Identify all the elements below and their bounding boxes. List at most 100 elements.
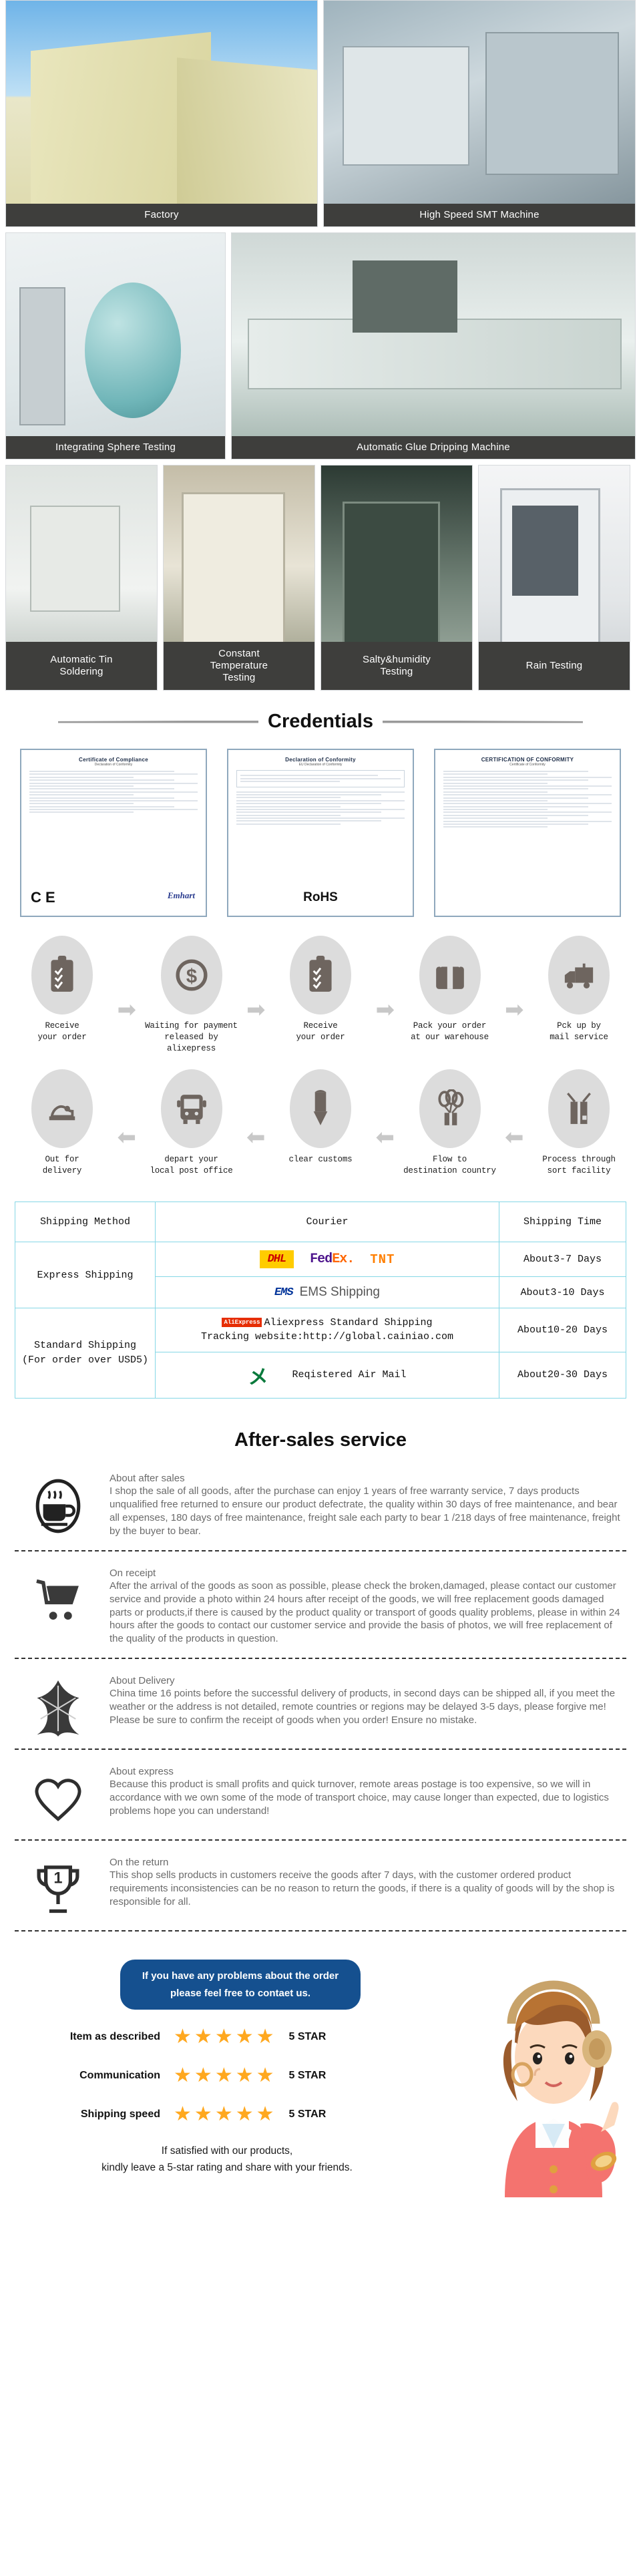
gallery-item-factory[interactable]: Factory xyxy=(5,0,318,227)
gallery-item-tin-soldering[interactable]: Automatic Tin Soldering xyxy=(5,465,158,691)
certificate-compliance[interactable]: Certificate of Compliance Declaration of… xyxy=(20,749,207,917)
star-icon[interactable]: ★ xyxy=(215,2027,233,2047)
certificate-body xyxy=(236,791,405,825)
standard-line-2: (For order over USD5) xyxy=(21,1354,149,1366)
gallery-item-glue-machine[interactable]: Automatic Glue Dripping Machine xyxy=(231,232,636,459)
customs-stamp-icon xyxy=(290,1069,351,1148)
heading-rule-left xyxy=(58,720,259,723)
tnt-logo: TNT xyxy=(370,1252,395,1267)
after-sales-block-about-delivery: About Delivery China time 16 points befo… xyxy=(0,1664,641,1743)
gallery-item-salty-humidity[interactable]: Salty&humidity Testing xyxy=(320,465,473,691)
star-icon[interactable]: ★ xyxy=(215,2104,233,2125)
star-icon[interactable]: ★ xyxy=(174,2104,192,2125)
divider xyxy=(15,1930,626,1932)
certificate-declaration[interactable]: Declaration of Conformity EU Declaration… xyxy=(227,749,414,917)
cta-line-2: please feel free to contaet us. xyxy=(170,1987,311,1999)
shoe-delivery-icon xyxy=(31,1069,93,1148)
rating-value: 5 STAR xyxy=(288,2108,327,2121)
certificate-title: CERTIFICATION OF CONFORMITY xyxy=(481,757,574,763)
step-label: Flow to destination country xyxy=(403,1154,496,1175)
table-row: Express Shipping DHL Fed Ex. TNT About3-7… xyxy=(15,1242,626,1309)
gallery-item-integrating-sphere[interactable]: Integrating Sphere Testing xyxy=(5,232,226,459)
courier-cell-aliexpress: AliExpress Aliexpress Standard Shipping T… xyxy=(155,1308,499,1352)
gallery-item-constant-temperature[interactable]: Constant Temperature Testing xyxy=(163,465,315,691)
block-title: About after sales xyxy=(110,1472,185,1484)
tracking-website[interactable]: Tracking website:http://global.cainiao.c… xyxy=(160,1330,495,1344)
certificate-subtitle: Certificate of Conformity xyxy=(509,763,546,767)
section-title: Credentials xyxy=(268,711,373,732)
step-label: Pack your order at our warehouse xyxy=(411,1021,489,1042)
process-step-receive-order: Receive your order xyxy=(12,936,112,1043)
star-icon[interactable]: ★ xyxy=(236,2104,254,2125)
order-process-flow: Receive your order ➡ $ Waiting for paymen… xyxy=(0,933,641,1195)
caption-line: Testing xyxy=(380,666,413,677)
star-icon[interactable]: ★ xyxy=(256,2066,274,2086)
star-icon[interactable]: ★ xyxy=(174,2066,192,2086)
process-step-flow-destination: Flow to destination country xyxy=(400,1069,500,1177)
after-sales-body: About Delivery China time 16 points befo… xyxy=(110,1674,622,1727)
rating-list: Item as described ★ ★ ★ ★ ★ 5 STAR Commu… xyxy=(67,2027,414,2125)
flow-arrow-left-icon: ⬅ xyxy=(246,1125,266,1150)
shipping-time-value: About3-10 Days xyxy=(499,1276,626,1309)
divider xyxy=(15,1839,626,1841)
star-icon[interactable]: ★ xyxy=(194,2104,212,2125)
star-rating[interactable]: ★ ★ ★ ★ ★ xyxy=(174,2066,274,2086)
process-step-pack-order: Pack your order at our warehouse xyxy=(400,936,500,1043)
ce-mark: C E xyxy=(31,889,55,906)
star-icon[interactable]: ★ xyxy=(236,2027,254,2047)
bus-icon xyxy=(160,1069,222,1148)
caption-line: Temperature xyxy=(210,660,268,672)
star-icon[interactable]: ★ xyxy=(174,2027,192,2047)
after-sales-block-on-the-return: 1 On the return This shop sells products… xyxy=(0,1846,641,1925)
china-post-icon: メ xyxy=(248,1366,268,1389)
shopping-cart-icon xyxy=(19,1566,97,1629)
credentials-heading: Credentials xyxy=(0,696,641,742)
block-text: After the arrival of the goods as soon a… xyxy=(110,1580,620,1645)
coffee-cup-icon xyxy=(19,1471,97,1534)
factory-photo xyxy=(6,1,317,226)
star-rating[interactable]: ★ ★ ★ ★ ★ xyxy=(174,2027,274,2047)
block-text: Because this product is small profits an… xyxy=(110,1779,609,1817)
certificate-subtitle: Declaration of Conformity xyxy=(94,763,133,767)
certificate-subtitle: EU Declaration of Conformity xyxy=(298,763,343,767)
trophy-icon: 1 xyxy=(19,1855,97,1918)
star-icon[interactable]: ★ xyxy=(215,2066,233,2086)
integrating-sphere-photo xyxy=(6,233,225,459)
clipboard-check-icon xyxy=(290,936,351,1015)
process-step-receive-order-2: Receive your order xyxy=(270,936,371,1043)
caption-line: Constant xyxy=(218,648,260,660)
after-sales-body: On receipt After the arrival of the good… xyxy=(110,1566,622,1646)
col-shipping-time: Shipping Time xyxy=(499,1202,626,1243)
gallery-caption: High Speed SMT Machine xyxy=(324,204,635,226)
certificates-row: Certificate of Compliance Declaration of… xyxy=(0,742,641,933)
step-label: Process through sort facility xyxy=(542,1154,616,1175)
star-rating[interactable]: ★ ★ ★ ★ ★ xyxy=(174,2104,274,2125)
certificate-conformity[interactable]: CERTIFICATION OF CONFORMITY Certificate … xyxy=(434,749,621,917)
gallery-item-rain-testing[interactable]: Rain Testing xyxy=(478,465,630,691)
closing-line-1: If satisfied with our products, xyxy=(161,2145,293,2157)
certificate-header-box xyxy=(236,770,405,787)
svg-text:$: $ xyxy=(186,966,196,987)
gallery-caption: Salty&humidity Testing xyxy=(321,642,472,690)
block-text: This shop sells products in customers re… xyxy=(110,1869,615,1908)
flow-arrow-left-icon: ⬅ xyxy=(117,1125,137,1150)
gallery-row-2: Integrating Sphere Testing Automatic Glu… xyxy=(0,232,641,465)
gallery-row-1: Factory High Speed SMT Machine xyxy=(0,0,641,232)
gallery-item-smt[interactable]: High Speed SMT Machine xyxy=(323,0,636,227)
table-header-row: Shipping Method Courier Shipping Time xyxy=(15,1202,626,1243)
star-icon[interactable]: ★ xyxy=(256,2104,274,2125)
star-icon[interactable]: ★ xyxy=(194,2066,212,2086)
after-sales-heading: After-sales service xyxy=(234,1429,407,1451)
star-icon[interactable]: ★ xyxy=(236,2066,254,2086)
star-icon[interactable]: ★ xyxy=(256,2027,274,2047)
star-icon[interactable]: ★ xyxy=(194,2027,212,2047)
gallery-caption: Constant Temperature Testing xyxy=(164,642,314,690)
heading-rule-right xyxy=(382,720,583,723)
step-label: clear customs xyxy=(288,1154,353,1164)
step-label: Pck up by mail service xyxy=(550,1021,608,1042)
flow-arrow-right-icon: ➡ xyxy=(246,996,266,1023)
method-standard-shipping: Standard Shipping (For order over USD5) xyxy=(15,1308,156,1399)
contact-us-banner[interactable]: If you have any problems about the order… xyxy=(120,1960,361,2010)
gallery-caption: Integrating Sphere Testing xyxy=(6,436,225,459)
certificate-body xyxy=(443,771,612,828)
